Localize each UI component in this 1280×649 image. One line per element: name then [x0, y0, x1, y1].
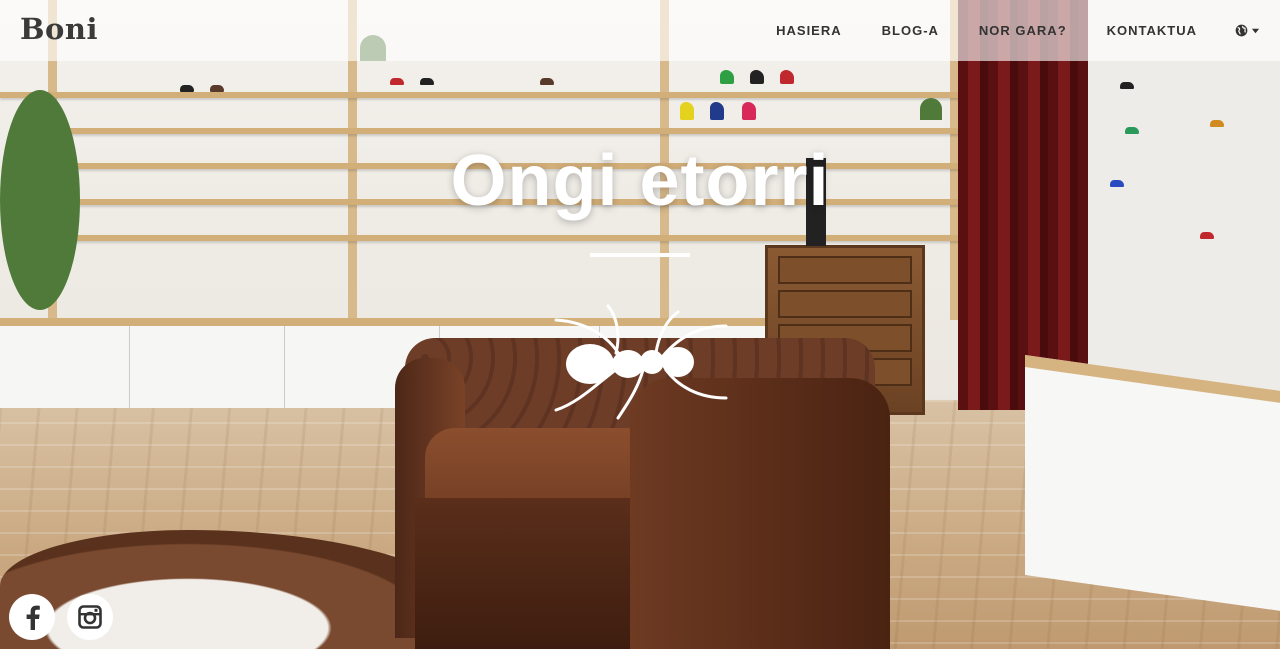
shoe	[1200, 232, 1214, 239]
cabinet-door	[0, 326, 130, 408]
nav-item-hasiera[interactable]: HASIERA	[756, 23, 862, 38]
caret-down-icon	[1251, 28, 1260, 34]
facebook-link[interactable]	[9, 594, 55, 640]
shoe	[780, 70, 794, 84]
nav-item-kontaktua[interactable]: KONTAKTUA	[1087, 23, 1217, 38]
facebook-icon	[26, 605, 40, 630]
potted-plant	[920, 98, 942, 120]
shoe	[540, 78, 554, 85]
instagram-link[interactable]	[67, 594, 113, 640]
shoe	[750, 70, 764, 84]
globe-icon	[1235, 24, 1248, 37]
shoe	[1120, 82, 1134, 89]
dresser-drawer	[778, 256, 912, 284]
shoe	[210, 85, 224, 92]
shoe	[1210, 120, 1224, 127]
social-links	[9, 594, 113, 640]
shoe	[680, 102, 694, 120]
dresser-drawer	[778, 290, 912, 318]
shoe-shelf	[0, 92, 960, 98]
nav-item-blog[interactable]: BLOG-A	[862, 23, 959, 38]
wooden-bench	[1025, 355, 1280, 611]
shoe	[390, 78, 404, 85]
hero-title: Ongi etorri	[450, 141, 830, 221]
top-navbar: Boni HASIERA BLOG-A NOR GARA? KONTAKTUA	[0, 0, 1280, 61]
language-dropdown[interactable]	[1217, 24, 1280, 37]
sofa-base	[415, 498, 665, 649]
shoe	[742, 102, 756, 120]
ant-logo-icon	[554, 304, 728, 420]
hero-divider	[590, 253, 690, 257]
cabinet-door	[130, 326, 285, 408]
shoe-shelf	[40, 128, 960, 134]
main-nav: HASIERA BLOG-A NOR GARA? KONTAKTUA	[756, 0, 1280, 61]
shoe	[720, 70, 734, 84]
shoe	[420, 78, 434, 85]
instagram-icon	[78, 605, 102, 629]
shoe	[710, 102, 724, 120]
nav-item-nor-gara[interactable]: NOR GARA?	[959, 23, 1087, 38]
shoe	[1125, 127, 1139, 134]
shoe	[180, 85, 194, 92]
brand-logo[interactable]: Boni	[20, 12, 98, 46]
